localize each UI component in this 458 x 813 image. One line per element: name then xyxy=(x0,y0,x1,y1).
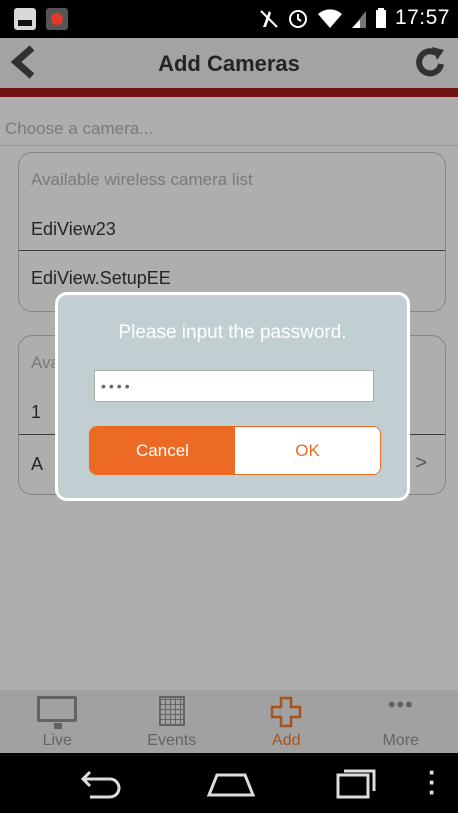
android-nav-bar: · · · xyxy=(0,753,458,813)
dialog-message: Please input the password. xyxy=(118,322,347,343)
status-time: 17:57 xyxy=(394,6,450,29)
wifi-icon xyxy=(317,9,342,28)
signal-icon xyxy=(351,11,366,28)
password-input[interactable]: •••• xyxy=(94,370,374,402)
app-notification-icon xyxy=(46,8,68,30)
status-bar: 17:57 xyxy=(0,0,458,38)
mute-icon xyxy=(260,10,278,28)
back-icon[interactable] xyxy=(80,769,126,799)
home-icon[interactable] xyxy=(207,771,255,797)
menu-icon[interactable]: · · · xyxy=(428,759,437,805)
image-icon xyxy=(14,8,36,30)
cancel-button[interactable]: Cancel xyxy=(90,427,235,474)
dialog-button-group: Cancel OK xyxy=(89,426,381,475)
battery-icon xyxy=(375,8,386,28)
password-dialog: Please input the password. •••• Cancel O… xyxy=(55,292,410,501)
alarm-icon xyxy=(288,10,307,28)
recent-apps-icon[interactable] xyxy=(336,769,376,799)
ok-button[interactable]: OK xyxy=(235,427,380,474)
